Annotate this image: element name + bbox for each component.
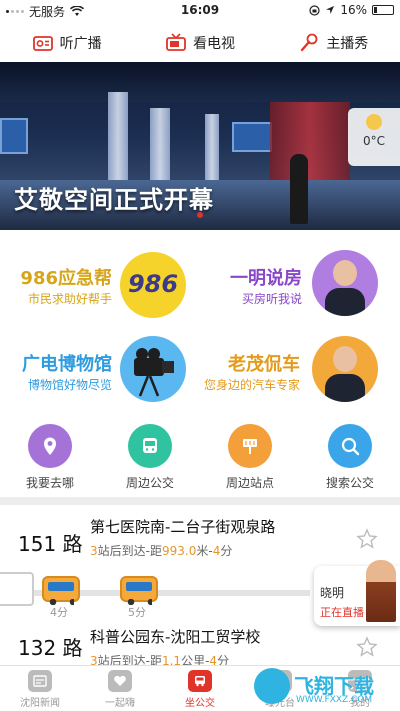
route-eta: 3站后到达-距993.0米-4分 — [90, 542, 232, 559]
app-root: 无服务 16:09 16% 听广播 看电视 主播秀 艾敬空间正式开幕 0°C 9… — [0, 0, 400, 711]
live-anchor-name: 晓明 — [320, 586, 345, 600]
orientation-lock-icon — [309, 4, 320, 16]
weather-widget[interactable]: 0°C — [348, 108, 400, 166]
banner-red-wall — [270, 102, 350, 192]
bus-arrival-label: 5分 — [128, 606, 146, 619]
banner-screen-left — [0, 118, 28, 154]
emergency-help-logo: 986 — [120, 252, 186, 318]
tab-label: 坐公交 — [185, 698, 215, 709]
favorite-star-icon[interactable] — [356, 636, 378, 658]
location-pin-icon — [28, 424, 72, 468]
tv-icon — [166, 33, 186, 51]
host-portrait — [325, 346, 365, 402]
tab-together[interactable]: 一起嗨 — [80, 666, 160, 711]
tab-exposure[interactable]: 曝光台 — [240, 666, 320, 711]
section-divider — [0, 497, 400, 505]
search-bus-button[interactable]: 搜索公交 — [300, 424, 400, 496]
battery-icon — [372, 5, 394, 15]
quick-action-label: 周边站点 — [225, 476, 274, 490]
route-number: 132 路 — [18, 636, 83, 660]
feature-title: 一明说房 — [230, 268, 302, 289]
banner-pagination — [0, 203, 400, 222]
anchor-avatar — [366, 560, 396, 622]
quick-action-label: 我要去哪 — [25, 476, 74, 490]
pagination-dot-active — [197, 212, 203, 218]
live-anchor-float[interactable]: 晓明 正在直播 — [314, 560, 400, 626]
feature-title: 986应急帮 — [20, 268, 112, 289]
news-icon — [28, 670, 52, 692]
logo-986-text: 986 — [127, 270, 179, 298]
eta-stops: 3 — [90, 544, 98, 558]
bus-route-card[interactable]: 132 路 科普公园东-沈阳工贸学校 3站后到达-距1.1公里-4分 — [0, 622, 400, 668]
route-number: 151 路 — [18, 532, 83, 556]
tab-label: 一起嗨 — [105, 698, 135, 709]
heart-hands-icon — [108, 670, 132, 692]
favorite-star-icon[interactable] — [356, 528, 378, 550]
feature-grid: 986应急帮 市民求助好帮手 986 一明说房 买房听我说 广电博物馆 博物馆好… — [0, 236, 400, 416]
promo-banner[interactable]: 艾敬空间正式开幕 0°C — [0, 62, 400, 230]
camera-icon — [120, 336, 186, 402]
route-destination: 科普公园东-沈阳工贸学校 — [90, 628, 261, 646]
listen-radio-label: 听广播 — [59, 36, 102, 52]
bus-icon[interactable] — [42, 576, 80, 605]
where-to-go-button[interactable]: 我要去哪 — [0, 424, 100, 496]
nearby-stops-button[interactable]: 周边站点 — [200, 424, 300, 496]
host-avatar — [312, 336, 378, 402]
location-arrow-icon — [326, 6, 335, 14]
exposure-icon — [268, 670, 292, 692]
quick-actions: 我要去哪 周边公交 周边站点 搜索公交 — [0, 424, 400, 496]
microphone-icon — [301, 33, 318, 52]
quick-action-label: 周边公交 — [125, 476, 174, 490]
eta-text: 站后到达-距 — [97, 544, 162, 558]
media-nav: 听广播 看电视 主播秀 — [0, 24, 400, 62]
route-destination: 第七医院南-二台子街观泉路 — [90, 518, 276, 536]
bottom-tab-bar: 沈阳新闻 一起嗨 坐公交 曝光台 我的 — [0, 665, 400, 711]
nearby-bus-button[interactable]: 周边公交 — [100, 424, 200, 496]
host-portrait — [325, 260, 365, 316]
watch-tv-label: 看电视 — [192, 36, 235, 52]
tab-shenyang-news[interactable]: 沈阳新闻 — [0, 666, 80, 711]
tab-label: 沈阳新闻 — [20, 698, 60, 709]
stop-marker — [0, 572, 34, 606]
tab-take-bus[interactable]: 坐公交 — [160, 666, 240, 711]
feature-subtitle: 博物馆好物尽览 — [27, 378, 112, 392]
quick-action-label: 搜索公交 — [325, 476, 374, 490]
host-avatar — [312, 250, 378, 316]
banner-ceiling — [0, 62, 400, 102]
bus-icon — [128, 424, 172, 468]
user-icon — [348, 670, 372, 692]
feature-subtitle: 您身边的汽车专家 — [203, 378, 300, 392]
bus-icon[interactable] — [120, 576, 158, 605]
feature-housing-talk[interactable]: 一明说房 买房听我说 — [200, 246, 400, 332]
banner-screen-right — [232, 122, 272, 152]
bus-arrival-label: 4分 — [50, 606, 68, 619]
lightbulb-icon — [366, 114, 382, 130]
feature-car-talk[interactable]: 老茂侃车 您身边的汽车专家 — [200, 332, 400, 418]
radio-icon — [32, 36, 53, 51]
feature-museum[interactable]: 广电博物馆 博物馆好物尽览 — [0, 332, 200, 418]
feature-subtitle: 买房听我说 — [241, 292, 302, 306]
tab-label: 曝光台 — [265, 698, 295, 709]
feature-title: 老茂侃车 — [228, 354, 300, 375]
eta-text: 分 — [220, 544, 233, 558]
anchor-show-button[interactable]: 主播秀 — [298, 32, 368, 54]
listen-radio-button[interactable]: 听广播 — [32, 32, 102, 54]
status-bar: 无服务 16:09 16% — [0, 0, 400, 20]
live-status: 正在直播 — [320, 606, 364, 619]
bus-stop-icon — [228, 424, 272, 468]
bus-tab-icon — [188, 670, 212, 692]
feature-emergency-help[interactable]: 986应急帮 市民求助好帮手 986 — [0, 246, 200, 332]
battery-percent: 16% — [340, 3, 367, 17]
watch-tv-button[interactable]: 看电视 — [165, 32, 235, 54]
weather-temp: 0°C — [362, 134, 385, 148]
tab-label: 我的 — [350, 698, 370, 709]
anchor-show-label: 主播秀 — [326, 36, 369, 52]
search-icon — [328, 424, 372, 468]
tab-mine[interactable]: 我的 — [320, 666, 400, 711]
eta-text: 米- — [196, 544, 213, 558]
feature-subtitle: 市民求助好帮手 — [27, 292, 112, 306]
eta-distance: 993.0 — [161, 544, 197, 558]
status-right: 16% — [309, 3, 394, 17]
feature-title: 广电博物馆 — [22, 354, 112, 375]
